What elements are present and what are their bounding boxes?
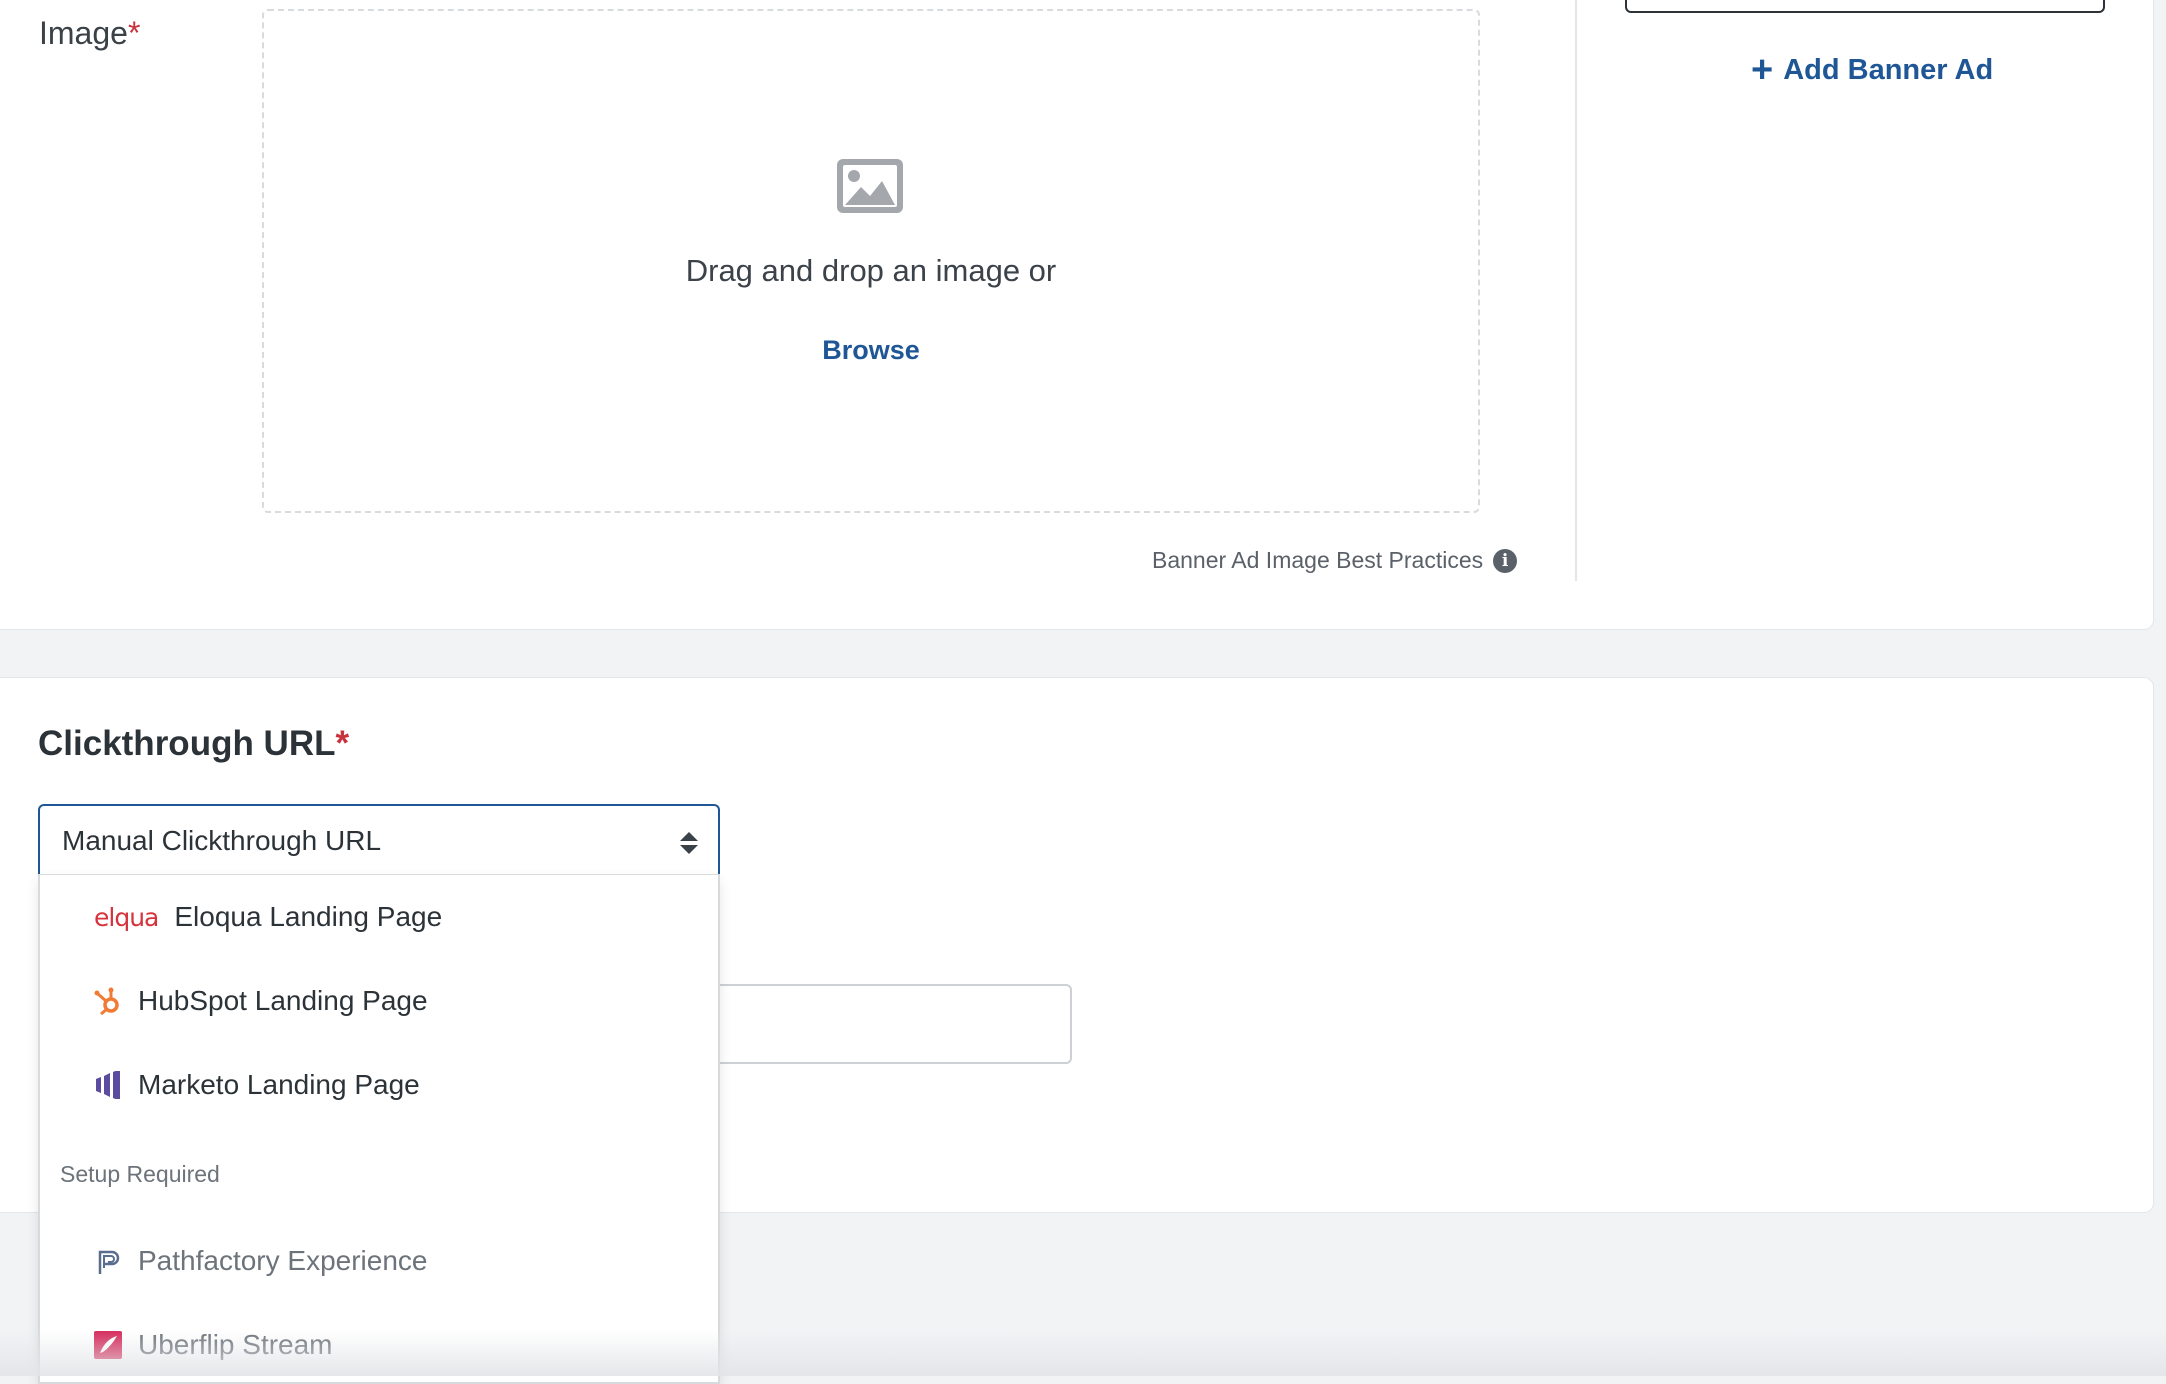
marketo-icon — [94, 1071, 122, 1099]
option-eloqua[interactable]: elqua Eloqua Landing Page — [40, 889, 718, 945]
plus-icon: + — [1751, 49, 1774, 91]
option-hubspot[interactable]: HubSpot Landing Page — [40, 973, 718, 1029]
pathfactory-icon — [94, 1246, 122, 1276]
add-banner-ad-label: Add Banner Ad — [1783, 53, 1994, 86]
clickthrough-options-dropdown: elqua Eloqua Landing Page HubSpot Landin… — [38, 874, 720, 1384]
required-mark: * — [127, 15, 141, 51]
image-placeholder-icon — [837, 159, 903, 213]
image-dropzone[interactable]: Drag and drop an image or Browse — [262, 9, 1480, 513]
info-icon[interactable]: i — [1493, 548, 1518, 573]
best-practices-label: Banner Ad Image Best Practices — [1152, 547, 1484, 573]
add-banner-ad-button[interactable]: + Add Banner Ad — [1751, 51, 1993, 89]
required-mark: * — [335, 724, 350, 763]
setup-required-header: Setup Required — [60, 1161, 220, 1187]
sort-caret-icon — [680, 832, 698, 854]
option-label: HubSpot Landing Page — [138, 985, 428, 1016]
option-uberflip[interactable]: Uberflip Stream — [40, 1317, 718, 1373]
clickthrough-type-select[interactable]: Manual Clickthrough URL — [38, 804, 720, 876]
clickthrough-title: Clickthrough URL* — [38, 724, 349, 764]
image-card: Image* Drag and drop an image or Browse … — [0, 0, 2154, 630]
option-pathfactory[interactable]: Pathfactory Experience — [40, 1233, 718, 1289]
option-label: Uberflip Stream — [138, 1329, 333, 1360]
eloqua-logo: elqua — [94, 902, 159, 932]
dropzone-instructions: Drag and drop an image or — [685, 253, 1057, 288]
clickthrough-title-text: Clickthrough URL — [38, 724, 336, 763]
vertical-divider — [1575, 0, 1577, 581]
option-label: Eloqua Landing Page — [174, 901, 443, 932]
image-label-text: Image — [39, 15, 128, 51]
uberflip-icon — [94, 1331, 122, 1359]
image-field-label: Image* — [39, 15, 140, 52]
best-practices-link[interactable]: Banner Ad Image Best Practices i — [1152, 547, 1518, 574]
option-label: Pathfactory Experience — [138, 1245, 428, 1276]
clickthrough-url-input[interactable] — [700, 984, 1072, 1064]
option-label: Marketo Landing Page — [138, 1069, 420, 1100]
browse-button[interactable]: Browse — [264, 335, 1478, 366]
option-marketo[interactable]: Marketo Landing Page — [40, 1057, 718, 1113]
select-value: Manual Clickthrough URL — [62, 825, 382, 856]
hubspot-icon — [94, 986, 122, 1016]
banner-ad-field[interactable] — [1625, 0, 2105, 13]
